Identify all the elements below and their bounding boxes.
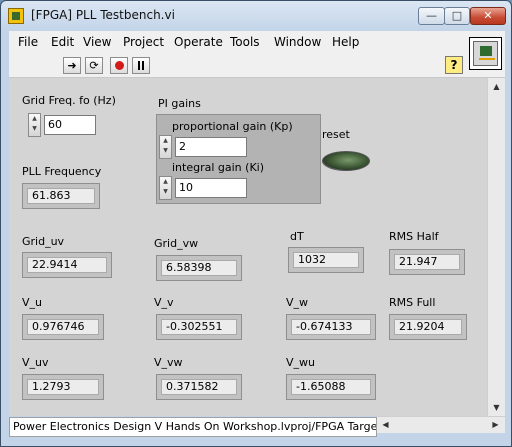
horizontal-scrollbar[interactable]: ◀ ▶	[377, 416, 505, 433]
run-arrow-icon[interactable]: ➜	[63, 57, 81, 74]
rms-half-indicator: 21.947	[389, 249, 465, 275]
v-vw-label: V_vw	[154, 356, 183, 369]
menu-view[interactable]: View	[83, 35, 111, 49]
v-u-indicator: 0.976746	[22, 314, 104, 340]
menu-operate[interactable]: Operate	[174, 35, 223, 49]
context-help-button[interactable]: ?	[445, 56, 463, 74]
scroll-right-icon[interactable]: ▶	[487, 417, 504, 433]
v-v-label: V_v	[154, 296, 174, 309]
kp-increment-decrement[interactable]: ▲ ▼	[159, 135, 172, 159]
v-uv-value: 1.2793	[27, 379, 99, 395]
menu-help[interactable]: Help	[332, 35, 359, 49]
pll-frequency-value: 61.863	[27, 188, 95, 204]
abort-icon[interactable]	[110, 57, 128, 74]
rms-full-label: RMS Full	[389, 296, 436, 309]
ki-input[interactable]: 10	[175, 178, 247, 198]
reset-button-led[interactable]	[322, 151, 370, 171]
pll-frequency-indicator: 61.863	[22, 183, 100, 209]
ki-label: integral gain (Ki)	[172, 161, 265, 174]
v-vw-value: 0.371582	[161, 379, 237, 395]
title-bar[interactable]: [FPGA] PLL Testbench.vi — □ ✕	[1, 1, 511, 31]
menu-window[interactable]: Window	[274, 35, 321, 49]
grid-vw-indicator: 6.58398	[156, 255, 242, 281]
grid-uv-label: Grid_uv	[22, 235, 65, 248]
labview-vi-icon	[8, 8, 24, 24]
vertical-scrollbar[interactable]: ▲ ▼	[487, 78, 505, 416]
scroll-left-icon[interactable]: ◀	[377, 417, 394, 433]
scroll-down-icon[interactable]: ▼	[488, 399, 505, 416]
grid-freq-label: Grid Freq. fo (Hz)	[22, 94, 116, 107]
v-u-label: V_u	[22, 296, 42, 309]
grid-vw-label: Grid_vw	[154, 237, 199, 250]
v-wu-label: V_wu	[286, 356, 315, 369]
minimize-button[interactable]: —	[418, 7, 445, 25]
v-v-value: -0.302551	[161, 319, 237, 335]
v-w-indicator: -0.674133	[286, 314, 376, 340]
pi-gains-label: PI gains	[158, 97, 201, 110]
v-v-indicator: -0.302551	[156, 314, 242, 340]
pause-icon[interactable]	[132, 57, 150, 74]
status-bar-project-path: Power Electronics Design V Hands On Work…	[9, 417, 377, 437]
menu-edit[interactable]: Edit	[51, 35, 74, 49]
rms-half-label: RMS Half	[389, 230, 439, 243]
maximize-button[interactable]: □	[444, 7, 470, 25]
kp-label: proportional gain (Kp)	[172, 120, 293, 133]
v-wu-value: -1.65088	[291, 379, 371, 395]
kp-input[interactable]: 2	[175, 137, 247, 157]
grid-freq-increment-decrement[interactable]: ▲ ▼	[28, 113, 41, 137]
menu-file[interactable]: File	[18, 35, 38, 49]
menu-bar: File Edit View Project Operate Tools Win…	[9, 31, 505, 53]
kp-control: ▲ ▼ 2	[159, 135, 249, 159]
pll-frequency-label: PLL Frequency	[22, 165, 102, 178]
dt-label: dT	[290, 230, 304, 243]
v-uv-indicator: 1.2793	[22, 374, 104, 400]
dt-value: 1032	[293, 252, 359, 268]
vi-connector-icon[interactable]	[469, 37, 502, 70]
window-title: [FPGA] PLL Testbench.vi	[31, 8, 175, 22]
menu-project[interactable]: Project	[123, 35, 164, 49]
toolbar: ➜ ⟳	[9, 53, 505, 78]
close-button[interactable]: ✕	[470, 7, 506, 25]
rms-full-indicator: 21.9204	[389, 314, 467, 340]
grid-uv-value: 22.9414	[27, 257, 107, 273]
grid-freq-input[interactable]: 60	[44, 115, 96, 135]
ki-control: ▲ ▼ 10	[159, 176, 249, 200]
grid-uv-indicator: 22.9414	[22, 252, 112, 278]
menu-tools[interactable]: Tools	[230, 35, 260, 49]
v-wu-indicator: -1.65088	[286, 374, 376, 400]
v-vw-indicator: 0.371582	[156, 374, 242, 400]
rms-half-value: 21.947	[394, 254, 460, 270]
v-w-value: -0.674133	[291, 319, 371, 335]
v-u-value: 0.976746	[27, 319, 99, 335]
labview-window: [FPGA] PLL Testbench.vi — □ ✕ File Edit …	[0, 0, 512, 447]
dt-indicator: 1032	[288, 247, 364, 273]
ki-increment-decrement[interactable]: ▲ ▼	[159, 176, 172, 200]
grid-vw-value: 6.58398	[161, 260, 237, 276]
rms-full-value: 21.9204	[394, 319, 462, 335]
reset-label: reset	[322, 128, 350, 141]
grid-freq-control: ▲ ▼ 60	[28, 113, 98, 137]
scroll-up-icon[interactable]: ▲	[488, 78, 505, 95]
run-continuously-icon[interactable]: ⟳	[85, 57, 103, 74]
v-w-label: V_w	[286, 296, 309, 309]
v-uv-label: V_uv	[22, 356, 49, 369]
